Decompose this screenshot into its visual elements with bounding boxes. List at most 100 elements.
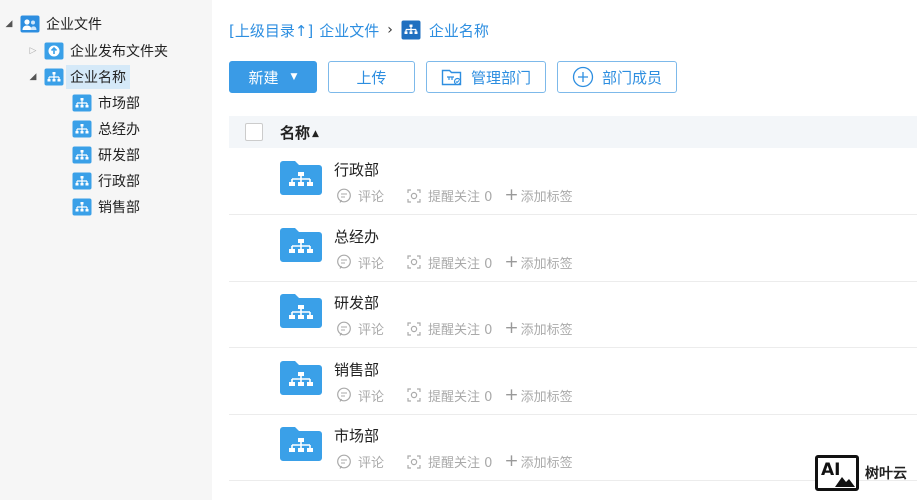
plus-icon: + (504, 318, 519, 338)
item-actions: 评论 提醒关注 0 + 添加标签 (336, 452, 573, 471)
folder-name[interactable]: 销售部 (334, 359, 379, 380)
remind-action[interactable]: 提醒关注 0 (406, 253, 492, 272)
remind-action[interactable]: 提醒关注 0 (406, 186, 492, 205)
list-header: 名称 ▲ (229, 116, 917, 148)
remind-action[interactable]: 提醒关注 0 (406, 319, 492, 338)
watermark-logo: AI 树叶云 (815, 455, 907, 491)
remind-action[interactable]: 提醒关注 0 (406, 386, 492, 405)
manage-folder-icon (441, 67, 463, 87)
comment-icon (336, 387, 352, 403)
add-tag-action[interactable]: + 添加标签 (504, 253, 572, 272)
org-folder-icon[interactable] (280, 161, 322, 195)
item-actions: 评论 提醒关注 0 + 添加标签 (336, 253, 573, 272)
tree-item-label: 销售部 (98, 200, 140, 216)
remind-label: 提醒关注 0 (428, 323, 493, 338)
tree-item-dept[interactable]: 总经办 (66, 117, 140, 141)
comment-label: 评论 (358, 456, 385, 471)
remind-label: 提醒关注 0 (428, 190, 493, 205)
tree-item-label: 市场部 (98, 96, 140, 112)
folder-tree: ◢ 企业文件 ▷ 企业发布文件夹 ◢ 企业名称 市场部 总经办 研发部 行政部 (0, 0, 212, 500)
breadcrumb-current: 企业名称 (428, 21, 489, 40)
tree-item-dept[interactable]: 行政部 (66, 169, 140, 193)
comment-action[interactable]: 评论 (336, 253, 384, 272)
org-folder-icon[interactable] (280, 294, 322, 328)
tree-item-label: 研发部 (98, 148, 140, 164)
watermark-name: 树叶云 (865, 466, 907, 482)
list-item[interactable]: 市场部评论 提醒关注 0 + 添加标签 (229, 415, 917, 481)
remind-focus-icon (406, 254, 422, 270)
remind-label: 提醒关注 0 (428, 256, 493, 272)
collapse-triangle-icon[interactable]: ▷ (28, 46, 38, 56)
tree-item-company-name[interactable]: ◢ 企业名称 (28, 65, 130, 89)
tree-item-label: 行政部 (98, 174, 140, 190)
tree-item-published-folder[interactable]: ▷ 企业发布文件夹 (28, 39, 168, 63)
comment-icon (336, 321, 352, 337)
add-tag-action[interactable]: + 添加标签 (504, 318, 573, 339)
plus-circle-icon (572, 66, 594, 88)
manage-departments-button[interactable]: 管理部门 (426, 61, 546, 93)
tree-item-dept[interactable]: 市场部 (66, 91, 140, 115)
comment-label: 评论 (358, 190, 385, 205)
ai-logo-icon: AI (815, 455, 859, 491)
tree-item-enterprise-files[interactable]: ◢ 企业文件 (4, 12, 102, 36)
remind-focus-icon (406, 454, 422, 470)
item-actions: 评论 提醒关注 0 + 添加标签 (336, 186, 573, 205)
comment-action[interactable]: 评论 (336, 452, 384, 471)
item-actions: 评论 提醒关注 0 + 添加标签 (336, 319, 573, 338)
new-button-label: 新建 (248, 68, 279, 87)
comment-label: 评论 (358, 256, 385, 272)
name-column-label: 名称 (280, 124, 311, 142)
sort-ascending-icon: ▲ (312, 129, 319, 139)
comment-action[interactable]: 评论 (336, 319, 384, 338)
org-folder-icon (72, 198, 92, 216)
tree-item-label: 企业名称 (66, 65, 130, 89)
comment-label: 评论 (358, 389, 385, 405)
add-tag-label: 添加标签 (520, 323, 573, 338)
comment-action[interactable]: 评论 (336, 186, 384, 205)
org-folder-icon[interactable] (280, 227, 322, 262)
plus-icon: + (504, 384, 519, 405)
org-folder-icon (72, 172, 92, 190)
expand-triangle-icon[interactable]: ◢ (28, 72, 38, 82)
name-column-header[interactable]: 名称 ▲ (280, 122, 319, 143)
folder-name[interactable]: 研发部 (334, 292, 379, 313)
breadcrumb-up-link[interactable]: [上级目录↑] (229, 20, 313, 41)
breadcrumb-parent-link[interactable]: 企业文件 (319, 20, 379, 41)
remind-focus-icon (406, 321, 422, 337)
add-tag-label: 添加标签 (520, 190, 573, 205)
org-folder-icon (72, 146, 92, 164)
tree-item-dept[interactable]: 销售部 (66, 195, 140, 219)
comment-icon (336, 454, 352, 470)
remind-action[interactable]: 提醒关注 0 (406, 452, 492, 471)
comment-action[interactable]: 评论 (336, 386, 384, 405)
add-tag-label: 添加标签 (520, 256, 573, 272)
upload-button[interactable]: 上传 (328, 61, 415, 93)
list-item[interactable]: 销售部评论 提醒关注 0 + 添加标签 (229, 349, 917, 415)
team-folder-icon (20, 15, 40, 33)
list-item[interactable]: 总经办评论 提醒关注 0 + 添加标签 (229, 216, 917, 282)
expand-triangle-icon[interactable]: ◢ (4, 19, 14, 29)
new-button[interactable]: 新建 ▼ (229, 61, 317, 93)
select-all-checkbox[interactable] (245, 123, 263, 141)
folder-name[interactable]: 总经办 (334, 226, 379, 247)
folder-name[interactable]: 市场部 (334, 425, 379, 446)
comment-icon (336, 188, 352, 204)
department-members-button[interactable]: 部门成员 (557, 61, 677, 93)
department-members-label: 部门成员 (601, 68, 662, 87)
list-item[interactable]: 研发部评论 提醒关注 0 + 添加标签 (229, 282, 917, 348)
org-folder-icon[interactable] (280, 427, 322, 461)
remind-focus-icon (406, 387, 422, 403)
plus-icon: + (504, 451, 519, 471)
org-folder-icon (72, 120, 92, 138)
remind-label: 提醒关注 0 (428, 456, 493, 471)
add-tag-action[interactable]: + 添加标签 (504, 451, 572, 472)
folder-name[interactable]: 行政部 (334, 159, 379, 180)
org-folder-icon[interactable] (280, 360, 322, 395)
add-tag-action[interactable]: + 添加标签 (504, 386, 572, 405)
list-item[interactable]: 行政部评论 提醒关注 0 + 添加标签 (229, 149, 917, 215)
org-folder-icon (44, 68, 64, 86)
tree-item-dept[interactable]: 研发部 (66, 143, 140, 167)
publish-folder-icon (44, 42, 64, 60)
add-tag-action[interactable]: + 添加标签 (504, 186, 573, 206)
tree-item-label: 总经办 (98, 122, 140, 138)
